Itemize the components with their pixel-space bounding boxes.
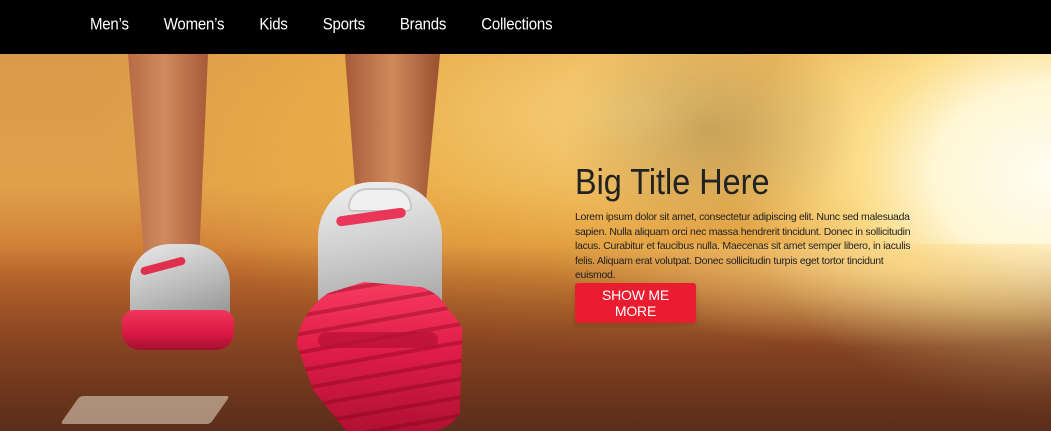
left-leg <box>128 54 208 274</box>
nav-item-mens[interactable]: Men’s <box>90 15 129 33</box>
left-running-shoe <box>122 244 240 354</box>
nav-item-kids[interactable]: Kids <box>259 15 288 33</box>
left-shoe-sole <box>122 310 234 350</box>
nav-item-sports[interactable]: Sports <box>323 15 365 33</box>
top-navbar: Men’s Women’s Kids Sports Brands Collect… <box>0 0 1051 54</box>
hero-content: Big Title Here Lorem ipsum dolor sit ame… <box>575 160 925 283</box>
nav-item-brands[interactable]: Brands <box>400 15 447 33</box>
hero-title: Big Title Here <box>575 161 770 202</box>
hero-banner: Big Title Here Lorem ipsum dolor sit ame… <box>0 54 1051 431</box>
hero-description: Lorem ipsum dolor sit amet, consectetur … <box>575 211 911 281</box>
nav-item-collections[interactable]: Collections <box>481 15 552 33</box>
right-running-shoe <box>296 182 476 431</box>
show-me-more-button[interactable]: SHOW ME MORE <box>575 283 696 323</box>
nav-item-womens[interactable]: Women’s <box>164 15 225 33</box>
right-shoe-tread <box>318 332 438 348</box>
right-shoe-sole <box>296 282 463 431</box>
main-nav-menu: Men’s Women’s Kids Sports Brands Collect… <box>90 0 587 48</box>
road-marking <box>60 396 230 424</box>
